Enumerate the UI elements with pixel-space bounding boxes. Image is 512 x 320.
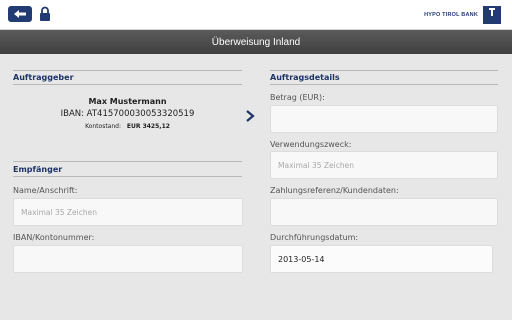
divider <box>13 84 242 85</box>
name-label: Name/Anschrift: <box>13 186 78 195</box>
divider <box>270 84 498 85</box>
brand-logo <box>483 6 501 24</box>
chevron-right-icon[interactable] <box>244 110 256 122</box>
back-button[interactable] <box>8 6 32 22</box>
details-heading: Auftragsdetails <box>270 73 340 82</box>
sender-name: Max Mustermann <box>88 97 167 106</box>
name-field[interactable]: Maximal 35 Zeichen <box>13 198 243 226</box>
divider <box>13 70 242 71</box>
amount-label: Betrag (EUR): <box>270 93 325 102</box>
recipient-heading: Empfänger <box>13 165 63 174</box>
purpose-field[interactable]: Maximal 35 Zeichen <box>270 151 498 179</box>
arrow-left-icon <box>14 10 26 18</box>
brand: HYPO TIROL BANK <box>424 6 501 24</box>
purpose-label: Verwendungszweck: <box>270 140 352 149</box>
balance-value: EUR 3425,12 <box>126 123 170 130</box>
sender-balance: Kontostand: EUR 3425,12 <box>13 123 242 130</box>
balance-label: Kontostand: <box>85 123 121 130</box>
purpose-placeholder: Maximal 35 Zeichen <box>278 160 354 170</box>
iban-label: IBAN/Kontonummer: <box>13 233 95 242</box>
divider <box>270 70 498 71</box>
reference-label: Zahlungsreferenz/Kundendaten: <box>270 186 399 195</box>
reference-field[interactable] <box>270 198 498 226</box>
sender-iban: IBAN: AT415700030053320519 <box>60 109 195 119</box>
date-value: 2013-05-14 <box>278 254 325 264</box>
title-bar: Überweisung Inland <box>0 30 512 54</box>
top-bar: HYPO TIROL BANK <box>0 0 512 30</box>
lock-icon <box>40 6 50 21</box>
page-title: Überweisung Inland <box>211 36 301 48</box>
name-placeholder: Maximal 35 Zeichen <box>21 207 97 217</box>
brand-name: HYPO TIROL BANK <box>424 12 478 18</box>
amount-field[interactable] <box>270 105 498 133</box>
date-label: Durchführungsdatum: <box>270 233 359 242</box>
divider <box>13 161 242 162</box>
divider <box>13 176 242 177</box>
date-field[interactable]: 2013-05-14 <box>270 245 493 273</box>
sender-heading: Auftraggeber <box>13 73 74 82</box>
iban-field[interactable] <box>13 245 243 273</box>
